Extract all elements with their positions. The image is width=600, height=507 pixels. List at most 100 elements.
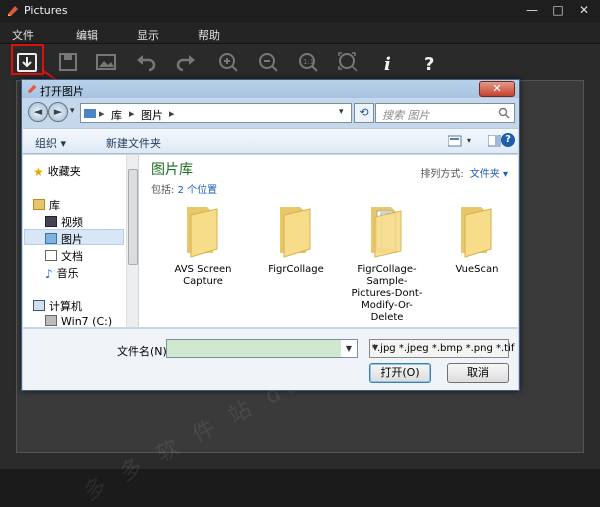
address-bar[interactable]: ▸ 库 ▸ 图片 ▸ ▾ [80,103,352,123]
image-button[interactable] [92,48,120,76]
menu-bar: 文件 编辑 显示 帮助 [0,22,600,44]
scroll-thumb[interactable] [128,169,138,265]
search-box[interactable]: 搜索 图片 [375,103,515,123]
back-button[interactable]: ◄ [28,102,48,122]
svg-text:1:1: 1:1 [303,58,314,66]
view-mode-dropdown[interactable]: ▾ [467,136,471,145]
actual-size-button[interactable]: 1:1 [294,48,322,76]
dialog-title: 打开图片 [40,85,84,98]
close-button[interactable]: ✕ [572,0,596,20]
sidebar-item-drive-c[interactable]: Win7 (C:) [45,315,112,328]
zoom-out-icon [259,53,278,72]
zoom-out-button[interactable] [254,48,282,76]
breadcrumb-pictures[interactable]: 图片 [141,107,163,123]
menu-view[interactable]: 显示 [137,27,159,43]
search-icon [498,107,510,119]
libraries-icon [33,199,45,210]
image-icon [96,54,116,70]
info-icon: i [384,54,391,75]
command-bar: 组织 ▾ 新建文件夹 ▾ ? [23,128,518,154]
dialog-close-button[interactable]: ✕ [479,81,515,97]
help-icon[interactable]: ? [501,133,515,147]
info-button[interactable]: i [374,48,402,76]
arrange-by-dropdown[interactable]: 文件夹 ▾ [470,169,508,180]
undo-icon [137,55,156,72]
undo-button[interactable] [132,48,160,76]
dialog-logo-icon [27,84,37,94]
fit-window-button[interactable] [334,48,362,76]
filename-dropdown-icon[interactable]: ▼ [341,340,357,357]
file-list: 图片库 包括: 2 个位置 排列方式: 文件夹 ▾ AVS Screen Capt… [139,155,518,327]
file-type-select[interactable]: *.jpg *.jpeg *.bmp *.png *.tif ▼ [369,339,514,358]
help-button[interactable]: ? [416,48,444,76]
drive-icon [45,315,57,326]
open-image-dialog: 打开图片 ✕ ◄ ► ▾ ▸ 库 ▸ 图片 ▸ ▾ ⟲ 搜索 图片 组织 ▾ 新… [21,79,520,391]
filename-input[interactable]: ▼ [166,339,358,358]
redo-button[interactable] [172,48,200,76]
dialog-footer: 文件名(N): ▼ *.jpg *.jpeg *.bmp *.png *.tif… [23,328,518,390]
libraries-item[interactable]: 库 [33,197,60,213]
star-icon: ★ [33,165,44,179]
open-button[interactable]: 打开(O) [369,363,431,383]
toolbar: 1:1 i ? [0,44,600,80]
search-placeholder: 搜索 图片 [382,109,430,122]
library-title: 图片库 [151,162,193,178]
breadcrumb-library[interactable]: 库 [111,107,122,123]
menu-edit[interactable]: 编辑 [76,27,98,43]
minimize-button[interactable]: — [520,0,544,20]
preview-pane-icon[interactable] [488,135,501,147]
filename-label: 文件名(N): [117,345,171,358]
breadcrumb-sep-2: ▸ [129,107,135,120]
fit-window-icon [338,52,358,72]
folder-item[interactable]: FigrCollage-Sample-Pictures-Dont-Modify-… [347,199,427,323]
navigation-scrollbar[interactable] [126,155,138,327]
favorites-item[interactable]: ★ 收藏夹 [33,163,81,179]
sidebar-item-videos[interactable]: 视频 [45,214,83,230]
breadcrumb-sep-1: ▸ [99,107,105,120]
redo-icon [176,55,195,72]
menu-file[interactable]: 文件 [12,27,34,43]
video-icon [45,216,57,227]
computer-item[interactable]: 计算机 [33,298,82,314]
svg-text:i: i [384,54,391,75]
view-mode-icon[interactable] [448,135,462,147]
pictures-icon [45,233,57,244]
organize-menu[interactable]: 组织 ▾ [35,135,66,151]
file-type-dropdown-icon: ▼ [372,343,379,352]
actual-size-icon: 1:1 [299,53,318,72]
folder-item[interactable]: VueScan [437,199,517,319]
forward-button[interactable]: ► [48,102,68,122]
history-dropdown-icon[interactable]: ▾ [70,106,75,116]
folder-item[interactable]: AVS Screen Capture [163,199,243,319]
pictures-app-window: Pictures — □ ✕ 文件 编辑 显示 帮助 1:1 i ? 多 多 软… [0,0,600,506]
computer-icon [33,300,45,311]
title-bar: Pictures — □ ✕ [0,0,600,22]
address-dropdown-icon[interactable]: ▾ [339,107,344,117]
folder-icon [461,207,492,258]
zoom-in-button[interactable] [214,48,242,76]
new-folder-button[interactable]: 新建文件夹 [106,135,161,151]
dialog-title-bar: 打开图片 ✕ [22,80,519,98]
refresh-button[interactable]: ⟲ [354,103,374,123]
folder-item[interactable]: FigrCollage [256,199,336,319]
cancel-button[interactable]: 取消 [447,363,509,383]
sidebar-item-documents[interactable]: 文档 [45,248,83,264]
maximize-button[interactable]: □ [546,0,570,20]
documents-icon [45,250,57,261]
folder-icon [280,207,311,258]
zoom-in-icon [219,53,238,72]
library-icon [84,109,96,118]
help-icon: ? [424,54,434,75]
includes-locations-link[interactable]: 2 个位置 [178,185,218,196]
arrange-by: 排列方式: 文件夹 ▾ [420,169,508,180]
svg-text:?: ? [424,54,434,75]
sidebar-item-pictures[interactable]: 图片 [45,231,83,247]
library-includes: 包括: 2 个位置 [151,185,218,196]
folder-icon [371,207,402,258]
music-icon: ♪ [45,267,53,281]
window-title: Pictures [24,4,68,17]
menu-help[interactable]: 帮助 [198,27,220,43]
sidebar-item-music[interactable]: ♪ 音乐 [45,265,79,281]
folder-icon [187,207,218,258]
navigation-pane: ★ 收藏夹 库 视频 图片 文档 ♪ 音乐 计算机 Win7 (C:) [23,155,126,328]
